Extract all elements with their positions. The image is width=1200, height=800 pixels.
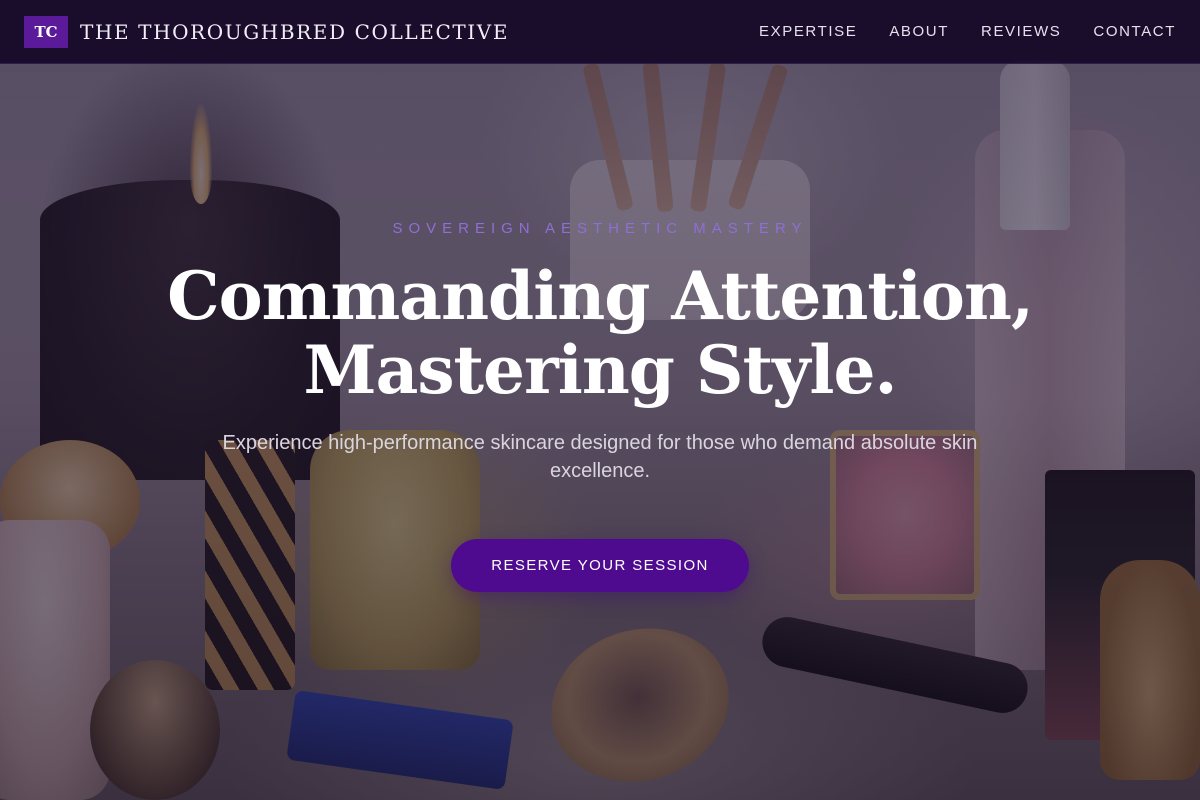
brand-name[interactable]: THE THOROUGHBRED COLLECTIVE	[80, 20, 509, 44]
top-navbar: TC THE THOROUGHBRED COLLECTIVE EXPERTISE…	[0, 0, 1200, 64]
hero-section: SOVEREIGN AESTHETIC MASTERY Commanding A…	[0, 220, 1200, 592]
nav-link-expertise[interactable]: EXPERTISE	[759, 23, 857, 40]
hero-eyebrow: SOVEREIGN AESTHETIC MASTERY	[392, 220, 808, 237]
brand[interactable]: TC THE THOROUGHBRED COLLECTIVE	[24, 15, 509, 48]
nav-link-reviews[interactable]: REVIEWS	[981, 23, 1061, 40]
hero-subheadline: Experience high-performance skincare des…	[222, 432, 978, 482]
headline-line-2: Mastering Style.	[303, 331, 898, 409]
reserve-session-button[interactable]: RESERVE YOUR SESSION	[451, 539, 749, 592]
logo-mark[interactable]: TC	[24, 15, 68, 48]
headline-line-1: Commanding Attention,	[167, 257, 1034, 335]
nav-links: EXPERTISE ABOUT REVIEWS CONTACT	[759, 23, 1176, 40]
hero-headline: Commanding Attention, Mastering Style.	[0, 259, 1200, 407]
nav-link-about[interactable]: ABOUT	[889, 23, 949, 40]
nav-link-contact[interactable]: CONTACT	[1093, 23, 1176, 40]
